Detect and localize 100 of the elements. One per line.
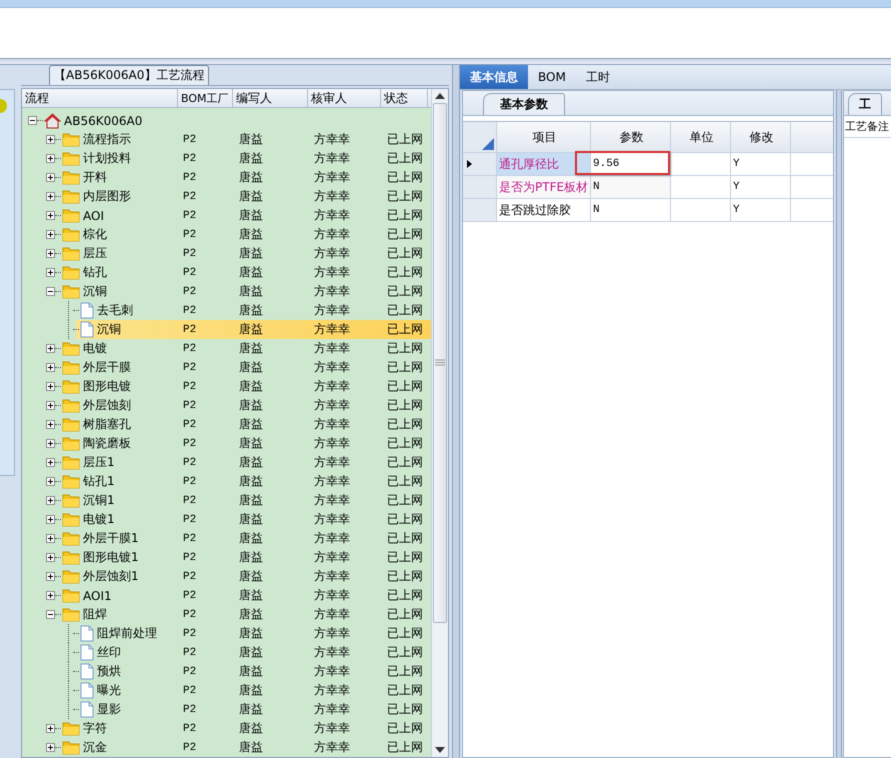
table-cell-text: 方幸幸 (313, 492, 351, 509)
table-cell-text: 已上网 (386, 359, 424, 376)
tree-row[interactable]: 阻焊前处理 P2 唐益 方幸幸 已上网 (22, 624, 431, 643)
tree-row[interactable]: 钻孔 P2 唐益 方幸幸 已上网 (22, 263, 431, 282)
table-cell-text: P2 (182, 398, 198, 414)
tree-row[interactable]: 图形电镀1 P2 唐益 方幸幸 已上网 (22, 548, 431, 567)
field-label: 工艺备注 (845, 120, 889, 133)
table-cell-text: P2 (182, 436, 198, 452)
table-cell-text: 已上网 (386, 302, 424, 319)
tree-node-label: AOI (83, 208, 104, 222)
tree-row[interactable]: 曝光 P2 唐益 方幸幸 已上网 (22, 681, 431, 700)
tree-node-label: 预烘 (97, 663, 121, 680)
table-cell-text: 方幸幸 (313, 245, 351, 262)
tree-row[interactable]: 图形电镀 P2 唐益 方幸幸 已上网 (22, 377, 431, 396)
tree-node-label: 丝印 (97, 644, 121, 661)
table-cell-text: 方幸幸 (313, 606, 351, 623)
table-cell-text: P2 (182, 646, 198, 660)
tree-row[interactable]: AB56K006A0 (22, 111, 431, 130)
tree-row[interactable]: 显影 P2 唐益 方幸幸 已上网 (22, 700, 431, 719)
tree-row[interactable]: 阻焊 P2 唐益 方幸幸 已上网 (22, 605, 431, 624)
table-cell-text: P2 (182, 684, 198, 698)
tree-row[interactable]: 字符 P2 唐益 方幸幸 已上网 (22, 719, 431, 738)
table-cell-text: 唐益 (238, 226, 264, 243)
tree-row[interactable]: 层压 P2 唐益 方幸幸 已上网 (22, 244, 431, 263)
table-cell-text: 已上网 (386, 644, 424, 661)
tree-row[interactable]: AOI1 P2 唐益 方幸幸 已上网 (22, 586, 431, 605)
table-cell: 通孔厚径比 (497, 153, 591, 175)
tab[interactable]: 基本信息 (460, 65, 528, 89)
tree-row[interactable]: 外层干膜1 P2 唐益 方幸幸 已上网 (22, 529, 431, 548)
tree-node-label: 层压1 (83, 454, 115, 471)
tree-node-label: 钻孔 (83, 264, 107, 281)
table-cell: N (591, 199, 671, 221)
grid-row[interactable]: 通孔厚径比 9.56 Y (463, 153, 833, 176)
table-cell-text: 方幸幸 (313, 644, 351, 661)
tree-row[interactable]: 外层蚀刻 P2 唐益 方幸幸 已上网 (22, 396, 431, 415)
tree-node-label: 树脂塞孔 (83, 416, 131, 433)
tree-row[interactable]: 内层图形 P2 唐益 方幸幸 已上网 (22, 187, 431, 206)
table-cell-text: 方幸幸 (313, 397, 351, 414)
tree-row[interactable]: 电镀1 P2 唐益 方幸幸 已上网 (22, 510, 431, 529)
table-cell-text: 唐益 (238, 720, 264, 737)
tree-row[interactable]: 沉铜1 P2 唐益 方幸幸 已上网 (22, 491, 431, 510)
column-header[interactable]: BOM工厂 (178, 89, 233, 107)
column-header[interactable]: 项目 (497, 122, 591, 152)
table-cell-text: 唐益 (238, 682, 264, 699)
tree-row[interactable]: 外层蚀刻1 P2 唐益 方幸幸 已上网 (22, 567, 431, 586)
panel-tab[interactable]: 工 (848, 93, 882, 115)
table-cell-text: 方幸幸 (313, 701, 351, 718)
tree-row[interactable]: 沉金 P2 唐益 方幸幸 已上网 (22, 738, 431, 757)
tree-row[interactable]: 外层干膜 P2 唐益 方幸幸 已上网 (22, 358, 431, 377)
table-cell-text: 已上网 (386, 682, 424, 699)
table-cell-text: 方幸幸 (313, 188, 351, 205)
tree-row[interactable]: 钻孔1 P2 唐益 方幸幸 已上网 (22, 472, 431, 491)
tree-row[interactable]: 流程指示 P2 唐益 方幸幸 已上网 (22, 130, 431, 149)
tab[interactable]: BOM (528, 65, 576, 89)
table-cell-text: 方幸幸 (313, 663, 351, 680)
panel-tab[interactable]: 基本参数 (483, 93, 565, 115)
tree-row[interactable]: 电镀 P2 唐益 方幸幸 已上网 (22, 339, 431, 358)
table-cell: 是否为PTFE板材 (497, 176, 591, 198)
column-header[interactable]: 编写人 (233, 89, 308, 107)
grid-row[interactable]: 是否为PTFE板材 N Y (463, 176, 833, 199)
table-cell-text: 唐益 (238, 378, 264, 395)
column-header[interactable]: 状态 (381, 89, 428, 107)
table-cell-text: 方幸幸 (313, 207, 351, 224)
table-cell-text: 唐益 (238, 321, 264, 338)
tree-node-label: 外层干膜1 (83, 530, 139, 547)
table-cell-text: 唐益 (238, 473, 264, 490)
table-cell-text: P2 (182, 418, 198, 432)
tree-row[interactable]: 沉铜 P2 唐益 方幸幸 已上网 (22, 282, 431, 301)
table-cell-text: 唐益 (238, 302, 264, 319)
tree-row[interactable]: 开料 P2 唐益 方幸幸 已上网 (22, 168, 431, 187)
grid-row[interactable]: 是否跳过除胶 N Y (463, 199, 833, 222)
tree-node-label: 计划投料 (83, 150, 131, 167)
tree-node-label: AB56K006A0 (64, 114, 142, 128)
column-header[interactable]: 核审人 (308, 89, 381, 107)
tree-row[interactable]: 计划投料 P2 唐益 方幸幸 已上网 (22, 149, 431, 168)
column-header[interactable]: 单位 (671, 122, 731, 152)
table-cell-text: 唐益 (238, 606, 264, 623)
tree-row[interactable]: 层压1 P2 唐益 方幸幸 已上网 (22, 453, 431, 472)
tree-row[interactable]: AOI P2 唐益 方幸幸 已上网 (22, 206, 431, 225)
tree-row[interactable]: 陶瓷磨板 P2 唐益 方幸幸 已上网 (22, 434, 431, 453)
table-cell-text: P2 (182, 702, 198, 718)
table-cell-text: 唐益 (238, 245, 264, 262)
tree-node-label: 陶瓷磨板 (83, 435, 131, 452)
table-cell-text: 已上网 (386, 188, 424, 205)
column-header[interactable]: 参数 (591, 122, 671, 152)
tree-node-label: 沉铜 (97, 321, 121, 338)
table-cell-text: 唐益 (238, 397, 264, 414)
column-header[interactable]: 流程 (22, 89, 178, 107)
table-cell: N (591, 176, 671, 198)
tree-row[interactable]: 预烘 P2 唐益 方幸幸 已上网 (22, 662, 431, 681)
tree-row[interactable]: 棕化 P2 唐益 方幸幸 已上网 (22, 225, 431, 244)
tab[interactable]: 工时 (576, 65, 620, 89)
tree-node-label: 外层蚀刻 (83, 397, 131, 414)
tree-row[interactable]: 丝印 P2 唐益 方幸幸 已上网 (22, 643, 431, 662)
table-cell-text: 唐益 (238, 625, 264, 642)
table-cell-text: 唐益 (238, 663, 264, 680)
tree-row[interactable]: 树脂塞孔 P2 唐益 方幸幸 已上网 (22, 415, 431, 434)
column-header[interactable]: 修改 (731, 122, 791, 152)
tree-node-label: 沉铜 (83, 283, 107, 300)
table-cell-text: 已上网 (386, 511, 424, 528)
